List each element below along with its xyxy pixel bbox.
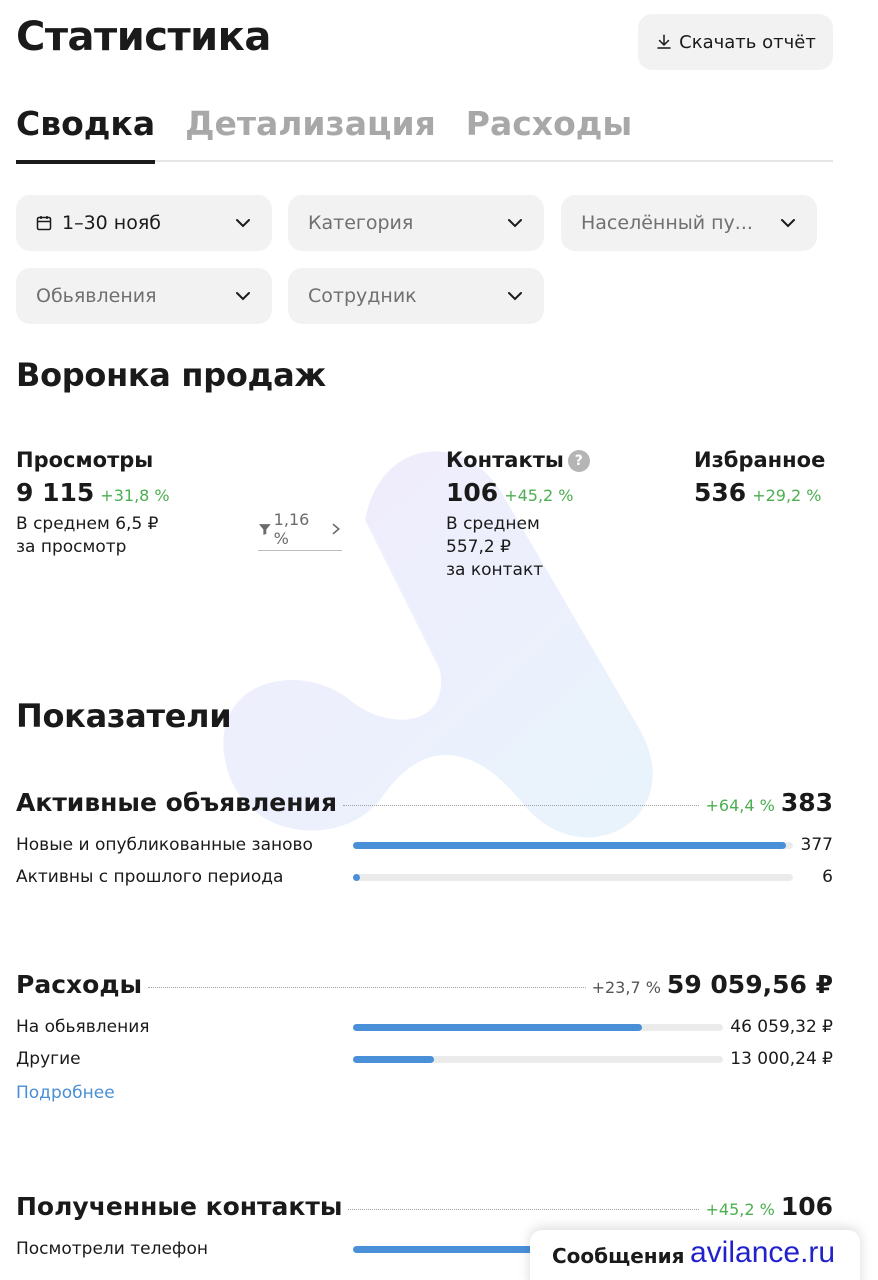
help-icon[interactable]: ? [567,450,590,472]
download-report-button[interactable]: Скачать отчёт [638,14,833,70]
chevron-down-icon [781,219,795,228]
progress-bar [353,1055,723,1063]
expenses-label: Расходы [16,970,143,999]
locality-filter-label: Населённый пу... [581,212,753,234]
contacts-avg-line3: за контакт [446,560,544,580]
conversion-value: 1,16 % [273,510,310,548]
more-details-link[interactable]: Подробнее [16,1083,115,1103]
tab-bar: Сводка Детализация Расходы [16,100,833,164]
favorites-label: Избранное [694,448,826,472]
metric-row-value: 6 [822,867,833,887]
filter-icon [258,524,271,535]
chevron-down-icon [236,292,250,301]
page-title: Статистика [16,14,271,60]
conversion-link[interactable]: 1,16 % [258,510,342,551]
metric-row-label: Посмотрели телефон [16,1239,208,1259]
active-listings-label: Активные объявления [16,788,338,817]
favorites-delta: +29,2 % [752,486,822,505]
progress-bar [353,1023,723,1031]
progress-bar [353,873,793,881]
metric-row-label: Активны с прошлого периода [16,867,284,887]
listings-filter-label: Обьявления [36,285,157,307]
progress-bar-fill [353,841,786,849]
views-label: Просмотры [16,448,154,472]
funnel-title: Воронка продаж [16,356,326,394]
tab-summary[interactable]: Сводка [16,100,156,164]
progress-bar-fill [353,1023,642,1031]
progress-bar-fill [353,1055,435,1063]
funnel-favorites: Избранное 536 +29,2 % [694,448,825,507]
received-contacts-label: Полученные контакты [16,1192,343,1221]
active-listings-block: Активные объявления +64,4 % 383 Новые и … [16,788,833,893]
download-icon [657,34,671,49]
messages-label: Сообщения [552,1244,685,1268]
metric-row: Новые и опубликованные заново 377 [16,829,833,861]
expenses-total: 59 059,56 ₽ [666,970,833,999]
received-contacts-total: 106 [780,1192,833,1221]
received-contacts-delta: +45,2 % [705,1200,775,1219]
views-avg-line1: В среднем 6,5 ₽ [16,514,159,534]
dotted-leader [348,1209,700,1210]
active-listings-delta: +64,4 % [705,796,775,815]
category-filter-label: Категория [308,212,414,234]
contacts-avg-line2: 557,2 ₽ [446,537,511,557]
favorites-value: 536 [694,478,747,507]
metric-row-label: Новые и опубликованные заново [16,835,313,855]
views-avg-line2: за просмотр [16,537,127,557]
progress-bar-fill [353,873,361,881]
chevron-down-icon [236,219,250,228]
employee-filter-label: Сотрудник [308,285,417,307]
period-filter[interactable]: 1–30 нояб [16,195,272,251]
watermark-logo [223,451,653,838]
dotted-leader [343,805,700,806]
chevron-right-icon [332,523,341,535]
listings-filter[interactable]: Обьявления [16,268,272,324]
views-delta: +31,8 % [100,486,170,505]
progress-bar [353,841,793,849]
views-value: 9 115 [16,478,95,507]
metric-row-value: 46 059,32 ₽ [730,1017,833,1037]
progress-bar [353,1245,553,1253]
metric-row-label: Другие [16,1049,81,1069]
metric-row: Активны с прошлого периода 6 [16,861,833,893]
funnel-contacts: Контакты? 106 +45,2 % В среднем 557,2 ₽ … [446,448,590,582]
metric-row-label: На обьявления [16,1017,150,1037]
expenses-block: Расходы +23,7 % 59 059,56 ₽ На обьявлени… [16,970,833,1103]
calendar-icon [36,216,52,231]
metric-row: На обьявления 46 059,32 ₽ [16,1011,833,1043]
employee-filter[interactable]: Сотрудник [288,268,544,324]
chevron-down-icon [508,292,522,301]
metric-row-value: 377 [800,835,833,855]
site-watermark-text: avilance.ru [690,1236,836,1269]
locality-filter[interactable]: Населённый пу... [561,195,817,251]
tab-expenses[interactable]: Расходы [466,100,632,162]
tab-details[interactable]: Детализация [185,100,436,162]
metric-row-value: 13 000,24 ₽ [730,1049,833,1069]
indicators-title: Показатели [16,697,232,735]
contacts-delta: +45,2 % [504,486,574,505]
download-report-label: Скачать отчёт [679,31,816,53]
metric-row: Другие 13 000,24 ₽ [16,1043,833,1075]
category-filter[interactable]: Категория [288,195,544,251]
expenses-delta: +23,7 % [591,978,661,997]
active-listings-total: 383 [780,788,833,817]
contacts-value: 106 [446,478,499,507]
contacts-avg-line1: В среднем [446,514,540,534]
contacts-label: Контакты [446,448,564,472]
chevron-down-icon [508,219,522,228]
period-filter-value: 1–30 нояб [62,212,161,234]
funnel-views: Просмотры 9 115 +31,8 % В среднем 6,5 ₽ … [16,448,170,559]
dotted-leader [148,987,586,988]
